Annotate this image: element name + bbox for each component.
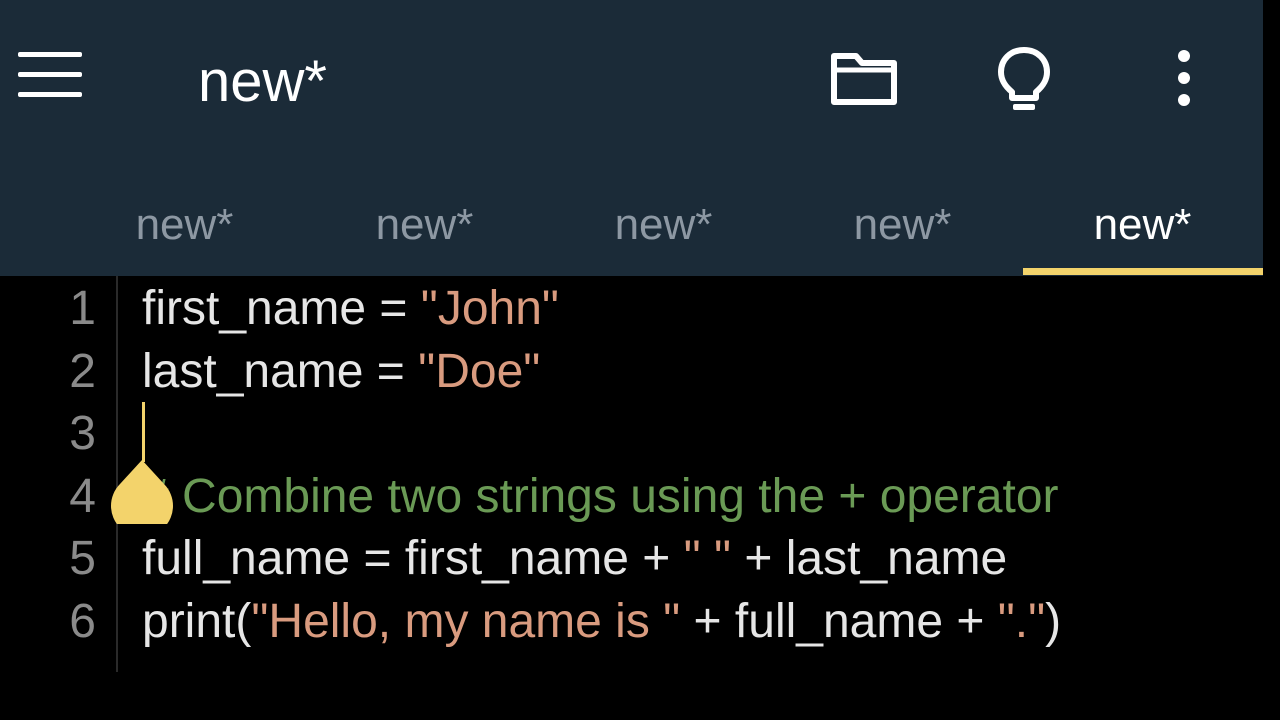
code-line[interactable]: 1 first_name = "John" xyxy=(0,278,1263,340)
folder-icon[interactable] xyxy=(828,48,900,108)
code-line[interactable]: 3 xyxy=(0,403,1263,465)
tab-4[interactable]: new* xyxy=(783,195,1022,255)
code-line[interactable]: 2 last_name = "Doe" xyxy=(0,341,1263,403)
code-text: full_name = first_name + " " + last_name xyxy=(142,528,1007,590)
line-number: 2 xyxy=(69,344,96,398)
code-token: first_name = xyxy=(142,282,421,335)
cursor-handle-icon[interactable] xyxy=(108,460,176,537)
line-number: 6 xyxy=(69,594,96,648)
line-number: 4 xyxy=(69,469,96,523)
line-number: 3 xyxy=(69,407,96,460)
string-token: " " xyxy=(683,532,732,585)
code-token: ) xyxy=(1045,594,1062,648)
code-line[interactable]: 4 # Combine two strings using the + opera… xyxy=(0,466,1263,528)
page-title: new* xyxy=(198,49,327,114)
code-token: + full_name + xyxy=(680,594,998,648)
code-text: print("Hello, my name is " + full_name +… xyxy=(142,591,1061,653)
code-line[interactable]: 5 full_name = first_name + " " + last_nam… xyxy=(0,528,1263,590)
tab-1[interactable]: new* xyxy=(65,195,304,255)
code-text: last_name = "Doe" xyxy=(142,341,540,403)
lightbulb-icon[interactable] xyxy=(996,46,1052,112)
menu-icon[interactable] xyxy=(18,52,82,98)
code-text: first_name = "John" xyxy=(142,278,559,340)
code-line[interactable]: 6 print("Hello, my name is " + full_name … xyxy=(0,591,1263,653)
code-text: # Combine two strings using the + operat… xyxy=(142,466,1059,528)
tab-5-active[interactable]: new* xyxy=(1023,195,1262,255)
app-bar: new* xyxy=(0,0,1263,175)
string-token: "." xyxy=(997,594,1046,648)
tab-3[interactable]: new* xyxy=(544,195,783,255)
code-token: last_name = xyxy=(142,344,419,398)
line-number: 1 xyxy=(69,282,96,335)
code-token: full_name = first_name + xyxy=(142,532,684,585)
tab-bar: new* new* new* new* new* xyxy=(0,175,1263,276)
line-number: 5 xyxy=(69,532,96,585)
string-token: "Hello, my name is " xyxy=(251,594,681,648)
screen-edge xyxy=(1263,0,1280,720)
comment-token: # Combine two strings using the + operat… xyxy=(142,469,1059,523)
code-editor[interactable]: 1 first_name = "John" 2 last_name = "Doe" 3 4… xyxy=(0,276,1263,720)
code-token: print( xyxy=(142,594,252,648)
more-vert-icon[interactable] xyxy=(1170,48,1198,108)
text-cursor xyxy=(142,402,145,462)
active-tab-indicator xyxy=(1023,268,1263,275)
code-token: + last_name xyxy=(731,532,1008,585)
string-token: "Doe" xyxy=(418,344,541,398)
tab-2[interactable]: new* xyxy=(305,195,544,255)
string-token: "John" xyxy=(420,282,559,335)
